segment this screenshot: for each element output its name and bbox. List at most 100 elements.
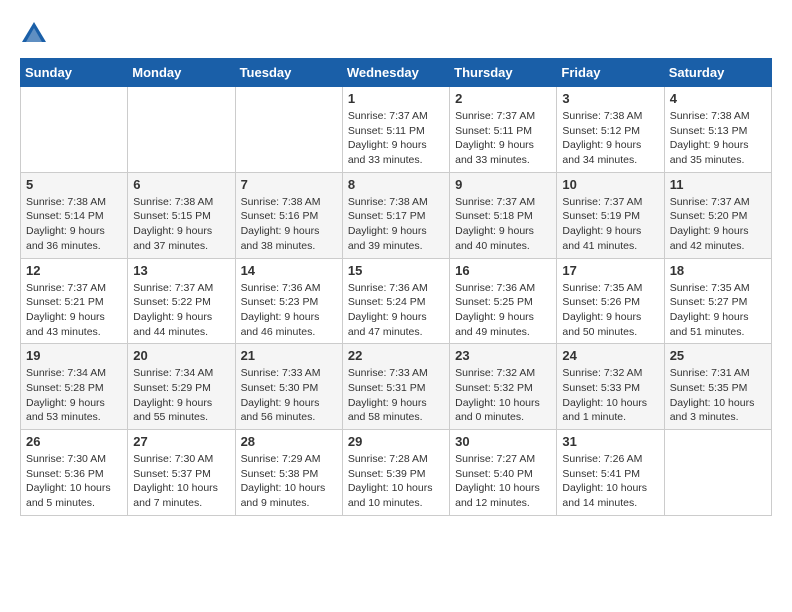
day-info: Sunrise: 7:35 AM Sunset: 5:26 PM Dayligh… <box>562 281 658 340</box>
column-header-wednesday: Wednesday <box>342 59 449 87</box>
day-info: Sunrise: 7:38 AM Sunset: 5:16 PM Dayligh… <box>241 195 337 254</box>
day-info: Sunrise: 7:31 AM Sunset: 5:35 PM Dayligh… <box>670 366 766 425</box>
day-info: Sunrise: 7:30 AM Sunset: 5:36 PM Dayligh… <box>26 452 122 511</box>
day-info: Sunrise: 7:38 AM Sunset: 5:15 PM Dayligh… <box>133 195 229 254</box>
day-info: Sunrise: 7:37 AM Sunset: 5:20 PM Dayligh… <box>670 195 766 254</box>
calendar-cell <box>128 87 235 173</box>
calendar-cell: 29Sunrise: 7:28 AM Sunset: 5:39 PM Dayli… <box>342 430 449 516</box>
logo <box>20 20 50 48</box>
calendar-cell: 22 Sunrise: 7:33 AM Sunset: 5:31 PM Dayli… <box>342 344 449 430</box>
day-info: Sunrise: 7:35 AM Sunset: 5:27 PM Dayligh… <box>670 281 766 340</box>
day-number: 21 <box>241 348 337 363</box>
day-number: 16 <box>455 263 551 278</box>
calendar-cell: 12Sunrise: 7:37 AM Sunset: 5:21 PM Dayli… <box>21 258 128 344</box>
calendar-cell: 18Sunrise: 7:35 AM Sunset: 5:27 PM Dayli… <box>664 258 771 344</box>
logo-icon <box>20 20 48 48</box>
calendar-cell: 23 Sunrise: 7:32 AM Sunset: 5:32 PM Dayli… <box>450 344 557 430</box>
day-number: 5 <box>26 177 122 192</box>
day-number: 28 <box>241 434 337 449</box>
calendar-week-row: 12Sunrise: 7:37 AM Sunset: 5:21 PM Dayli… <box>21 258 772 344</box>
day-number: 22 <box>348 348 444 363</box>
day-number: 3 <box>562 91 658 106</box>
calendar-cell: 11 Sunrise: 7:37 AM Sunset: 5:20 PM Dayli… <box>664 172 771 258</box>
day-info: Sunrise: 7:33 AM Sunset: 5:31 PM Dayligh… <box>348 366 444 425</box>
day-number: 31 <box>562 434 658 449</box>
day-info: Sunrise: 7:34 AM Sunset: 5:28 PM Dayligh… <box>26 366 122 425</box>
column-header-saturday: Saturday <box>664 59 771 87</box>
calendar-cell: 3 Sunrise: 7:38 AM Sunset: 5:12 PM Daylig… <box>557 87 664 173</box>
calendar-table: SundayMondayTuesdayWednesdayThursdayFrid… <box>20 58 772 516</box>
day-info: Sunrise: 7:33 AM Sunset: 5:30 PM Dayligh… <box>241 366 337 425</box>
day-number: 7 <box>241 177 337 192</box>
calendar-cell: 26 Sunrise: 7:30 AM Sunset: 5:36 PM Dayli… <box>21 430 128 516</box>
calendar-cell <box>21 87 128 173</box>
day-number: 4 <box>670 91 766 106</box>
day-number: 25 <box>670 348 766 363</box>
day-info: Sunrise: 7:36 AM Sunset: 5:24 PM Dayligh… <box>348 281 444 340</box>
calendar-cell <box>664 430 771 516</box>
day-info: Sunrise: 7:38 AM Sunset: 5:12 PM Dayligh… <box>562 109 658 168</box>
day-number: 9 <box>455 177 551 192</box>
column-header-tuesday: Tuesday <box>235 59 342 87</box>
day-number: 20 <box>133 348 229 363</box>
day-info: Sunrise: 7:32 AM Sunset: 5:32 PM Dayligh… <box>455 366 551 425</box>
day-number: 30 <box>455 434 551 449</box>
calendar-cell <box>235 87 342 173</box>
calendar-cell: 6 Sunrise: 7:38 AM Sunset: 5:15 PM Daylig… <box>128 172 235 258</box>
calendar-cell: 5 Sunrise: 7:38 AM Sunset: 5:14 PM Daylig… <box>21 172 128 258</box>
day-info: Sunrise: 7:38 AM Sunset: 5:14 PM Dayligh… <box>26 195 122 254</box>
day-info: Sunrise: 7:38 AM Sunset: 5:17 PM Dayligh… <box>348 195 444 254</box>
calendar-cell: 9 Sunrise: 7:37 AM Sunset: 5:18 PM Daylig… <box>450 172 557 258</box>
calendar-cell: 19 Sunrise: 7:34 AM Sunset: 5:28 PM Dayli… <box>21 344 128 430</box>
calendar-header-row: SundayMondayTuesdayWednesdayThursdayFrid… <box>21 59 772 87</box>
calendar-cell: 1 Sunrise: 7:37 AM Sunset: 5:11 PM Daylig… <box>342 87 449 173</box>
page-header <box>20 20 772 48</box>
calendar-cell: 15 Sunrise: 7:36 AM Sunset: 5:24 PM Dayli… <box>342 258 449 344</box>
calendar-cell: 20 Sunrise: 7:34 AM Sunset: 5:29 PM Dayli… <box>128 344 235 430</box>
day-number: 23 <box>455 348 551 363</box>
day-number: 1 <box>348 91 444 106</box>
day-info: Sunrise: 7:27 AM Sunset: 5:40 PM Dayligh… <box>455 452 551 511</box>
day-info: Sunrise: 7:38 AM Sunset: 5:13 PM Dayligh… <box>670 109 766 168</box>
calendar-cell: 30 Sunrise: 7:27 AM Sunset: 5:40 PM Dayli… <box>450 430 557 516</box>
day-info: Sunrise: 7:37 AM Sunset: 5:18 PM Dayligh… <box>455 195 551 254</box>
day-number: 6 <box>133 177 229 192</box>
calendar-cell: 17 Sunrise: 7:35 AM Sunset: 5:26 PM Dayli… <box>557 258 664 344</box>
calendar-cell: 24Sunrise: 7:32 AM Sunset: 5:33 PM Dayli… <box>557 344 664 430</box>
calendar-cell: 27 Sunrise: 7:30 AM Sunset: 5:37 PM Dayli… <box>128 430 235 516</box>
calendar-week-row: 26 Sunrise: 7:30 AM Sunset: 5:36 PM Dayli… <box>21 430 772 516</box>
day-number: 11 <box>670 177 766 192</box>
day-info: Sunrise: 7:26 AM Sunset: 5:41 PM Dayligh… <box>562 452 658 511</box>
day-number: 15 <box>348 263 444 278</box>
day-number: 27 <box>133 434 229 449</box>
day-number: 12 <box>26 263 122 278</box>
day-number: 13 <box>133 263 229 278</box>
day-info: Sunrise: 7:29 AM Sunset: 5:38 PM Dayligh… <box>241 452 337 511</box>
day-info: Sunrise: 7:28 AM Sunset: 5:39 PM Dayligh… <box>348 452 444 511</box>
day-number: 2 <box>455 91 551 106</box>
day-number: 26 <box>26 434 122 449</box>
calendar-cell: 21 Sunrise: 7:33 AM Sunset: 5:30 PM Dayli… <box>235 344 342 430</box>
day-info: Sunrise: 7:36 AM Sunset: 5:25 PM Dayligh… <box>455 281 551 340</box>
calendar-cell: 16 Sunrise: 7:36 AM Sunset: 5:25 PM Dayli… <box>450 258 557 344</box>
day-info: Sunrise: 7:37 AM Sunset: 5:22 PM Dayligh… <box>133 281 229 340</box>
column-header-sunday: Sunday <box>21 59 128 87</box>
day-number: 17 <box>562 263 658 278</box>
calendar-cell: 31 Sunrise: 7:26 AM Sunset: 5:41 PM Dayli… <box>557 430 664 516</box>
day-info: Sunrise: 7:30 AM Sunset: 5:37 PM Dayligh… <box>133 452 229 511</box>
calendar-week-row: 1 Sunrise: 7:37 AM Sunset: 5:11 PM Daylig… <box>21 87 772 173</box>
calendar-cell: 7 Sunrise: 7:38 AM Sunset: 5:16 PM Daylig… <box>235 172 342 258</box>
day-info: Sunrise: 7:37 AM Sunset: 5:11 PM Dayligh… <box>455 109 551 168</box>
day-info: Sunrise: 7:37 AM Sunset: 5:11 PM Dayligh… <box>348 109 444 168</box>
column-header-thursday: Thursday <box>450 59 557 87</box>
calendar-week-row: 5 Sunrise: 7:38 AM Sunset: 5:14 PM Daylig… <box>21 172 772 258</box>
calendar-cell: 28 Sunrise: 7:29 AM Sunset: 5:38 PM Dayli… <box>235 430 342 516</box>
day-number: 10 <box>562 177 658 192</box>
day-number: 14 <box>241 263 337 278</box>
calendar-cell: 25 Sunrise: 7:31 AM Sunset: 5:35 PM Dayli… <box>664 344 771 430</box>
calendar-cell: 10Sunrise: 7:37 AM Sunset: 5:19 PM Dayli… <box>557 172 664 258</box>
day-info: Sunrise: 7:36 AM Sunset: 5:23 PM Dayligh… <box>241 281 337 340</box>
day-info: Sunrise: 7:34 AM Sunset: 5:29 PM Dayligh… <box>133 366 229 425</box>
day-number: 19 <box>26 348 122 363</box>
day-number: 24 <box>562 348 658 363</box>
